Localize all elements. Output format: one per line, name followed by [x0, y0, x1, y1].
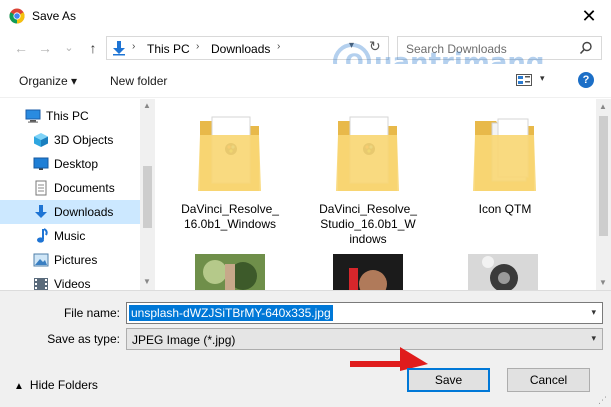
scroll-down-icon[interactable]: ▼: [599, 278, 607, 287]
file-name-label: DaVinci_Resolve_ 16.0b1_Windows: [181, 202, 279, 231]
folder-icon: [198, 116, 261, 191]
sidebar-item-music[interactable]: Music: [0, 224, 140, 248]
sidebar-item-documents[interactable]: Documents: [0, 176, 140, 200]
chevron-down-icon[interactable]: ▾: [540, 73, 545, 84]
chevron-down-icon[interactable]: ▾: [591, 307, 596, 318]
sidebar-item-label: Downloads: [54, 205, 114, 219]
sidebar-item-desktop[interactable]: Desktop: [0, 152, 140, 176]
chevron-up-icon: ▲: [14, 381, 24, 392]
file-name-field[interactable]: unsplash-dWZJSiTBrMY-640x335.jpg ▾: [126, 302, 603, 324]
sidebar-item-label: 3D Objects: [54, 133, 114, 147]
file-list-pane: DaVinci_Resolve_ 16.0b1_Windows DaVinci_…: [155, 99, 611, 290]
address-bar[interactable]: › This PC › Downloads › ▾ ↻: [106, 36, 389, 60]
folder-item-icon-qtm[interactable]: Icon QTM: [450, 113, 560, 217]
sidebar-item-label: Music: [54, 229, 86, 243]
cancel-button[interactable]: Cancel: [507, 368, 590, 392]
title-bar: Save As ✕: [0, 0, 611, 32]
scroll-down-icon[interactable]: ▼: [143, 277, 151, 286]
sidebar-item-videos[interactable]: Videos: [0, 272, 140, 290]
save-form-panel: File name: unsplash-dWZJSiTBrMY-640x335.…: [0, 290, 611, 407]
refresh-icon[interactable]: ↻: [369, 38, 381, 55]
breadcrumb-separator[interactable]: ›: [132, 41, 135, 52]
cube-icon: [34, 133, 48, 147]
organize-menu-button[interactable]: Organize ▾: [19, 74, 77, 88]
save-type-value: JPEG Image (*.jpg): [132, 333, 236, 347]
help-icon[interactable]: ?: [578, 72, 594, 88]
search-box[interactable]: Search Downloads: [397, 36, 602, 60]
file-name-label: Icon QTM: [478, 202, 532, 216]
red-arrow-annotation: [350, 347, 428, 371]
navigation-pane: This PC 3D Objects Desktop Documents Dow…: [0, 99, 155, 290]
sidebar-item-label: Videos: [54, 277, 91, 290]
image-thumbnail[interactable]: [195, 254, 265, 290]
music-note-icon: [37, 228, 48, 243]
desktop-icon: [33, 157, 49, 170]
folder-item-davinci-resolve[interactable]: DaVinci_Resolve_ 16.0b1_Windows: [175, 113, 285, 232]
sidebar-item-3d-objects[interactable]: 3D Objects: [0, 128, 140, 152]
breadcrumb-this-pc[interactable]: This PC: [147, 42, 190, 56]
computer-icon: [25, 109, 41, 123]
file-name-label: DaVinci_Resolve_ Studio_16.0b1_W indows: [319, 202, 417, 246]
download-arrow-icon: [35, 205, 47, 218]
scroll-up-icon[interactable]: ▲: [599, 102, 607, 111]
image-thumbnail[interactable]: [468, 254, 538, 290]
folder-item-davinci-resolve-studio[interactable]: DaVinci_Resolve_ Studio_16.0b1_W indows: [313, 113, 423, 247]
change-view-icon[interactable]: [516, 74, 532, 86]
save-type-label: Save as type:: [47, 332, 120, 346]
breadcrumb-downloads[interactable]: Downloads: [211, 42, 270, 56]
image-thumbnail[interactable]: [333, 254, 403, 290]
new-folder-button[interactable]: New folder: [110, 74, 167, 88]
video-icon: [34, 278, 48, 290]
save-button[interactable]: Save: [407, 368, 490, 392]
breadcrumb-separator[interactable]: ›: [277, 41, 280, 52]
scroll-up-icon[interactable]: ▲: [143, 101, 151, 110]
chrome-icon: [9, 8, 25, 24]
chevron-down-icon[interactable]: ▾: [591, 333, 596, 344]
file-name-label: File name:: [63, 306, 120, 320]
file-pane-scroll-thumb[interactable]: [599, 116, 608, 236]
document-icon: [35, 180, 47, 196]
sidebar-item-label: This PC: [46, 109, 89, 123]
breadcrumb-separator[interactable]: ›: [196, 41, 199, 52]
sidebar-item-label: Pictures: [54, 253, 98, 267]
sidebar-item-pictures[interactable]: Pictures: [0, 248, 140, 272]
picture-icon: [33, 253, 49, 267]
resize-grip-icon[interactable]: ⋰: [598, 395, 607, 406]
sidebar-item-label: Documents: [54, 181, 115, 195]
folder-icon: [473, 118, 536, 191]
folder-icon: [336, 116, 399, 191]
up-button[interactable]: ↑: [84, 39, 102, 57]
command-toolbar: Organize ▾ New folder ▾ ?: [0, 64, 611, 98]
sidebar-item-this-pc[interactable]: This PC: [0, 104, 140, 128]
file-name-input[interactable]: unsplash-dWZJSiTBrMY-640x335.jpg: [129, 305, 333, 321]
sidebar-item-label: Desktop: [54, 157, 99, 171]
forward-button[interactable]: →: [36, 39, 54, 57]
sidebar-item-downloads[interactable]: Downloads: [0, 200, 140, 224]
hide-folders-button[interactable]: ▲ Hide Folders: [14, 378, 98, 392]
navigation-bar: ← → ⌄ ↑ › This PC › Downloads › ▾ ↻ Sear…: [0, 32, 611, 64]
sidebar-scroll-thumb[interactable]: [143, 166, 152, 228]
search-input[interactable]: Search Downloads: [406, 42, 507, 56]
search-icon: [579, 41, 592, 55]
back-button[interactable]: ←: [12, 39, 30, 57]
hide-folders-label: Hide Folders: [29, 378, 98, 392]
download-arrow-icon: [113, 41, 125, 56]
chevron-down-icon[interactable]: ▾: [349, 40, 354, 51]
window-title: Save As: [32, 9, 77, 23]
close-button[interactable]: ✕: [574, 4, 604, 28]
recent-locations-button[interactable]: ⌄: [60, 39, 78, 57]
